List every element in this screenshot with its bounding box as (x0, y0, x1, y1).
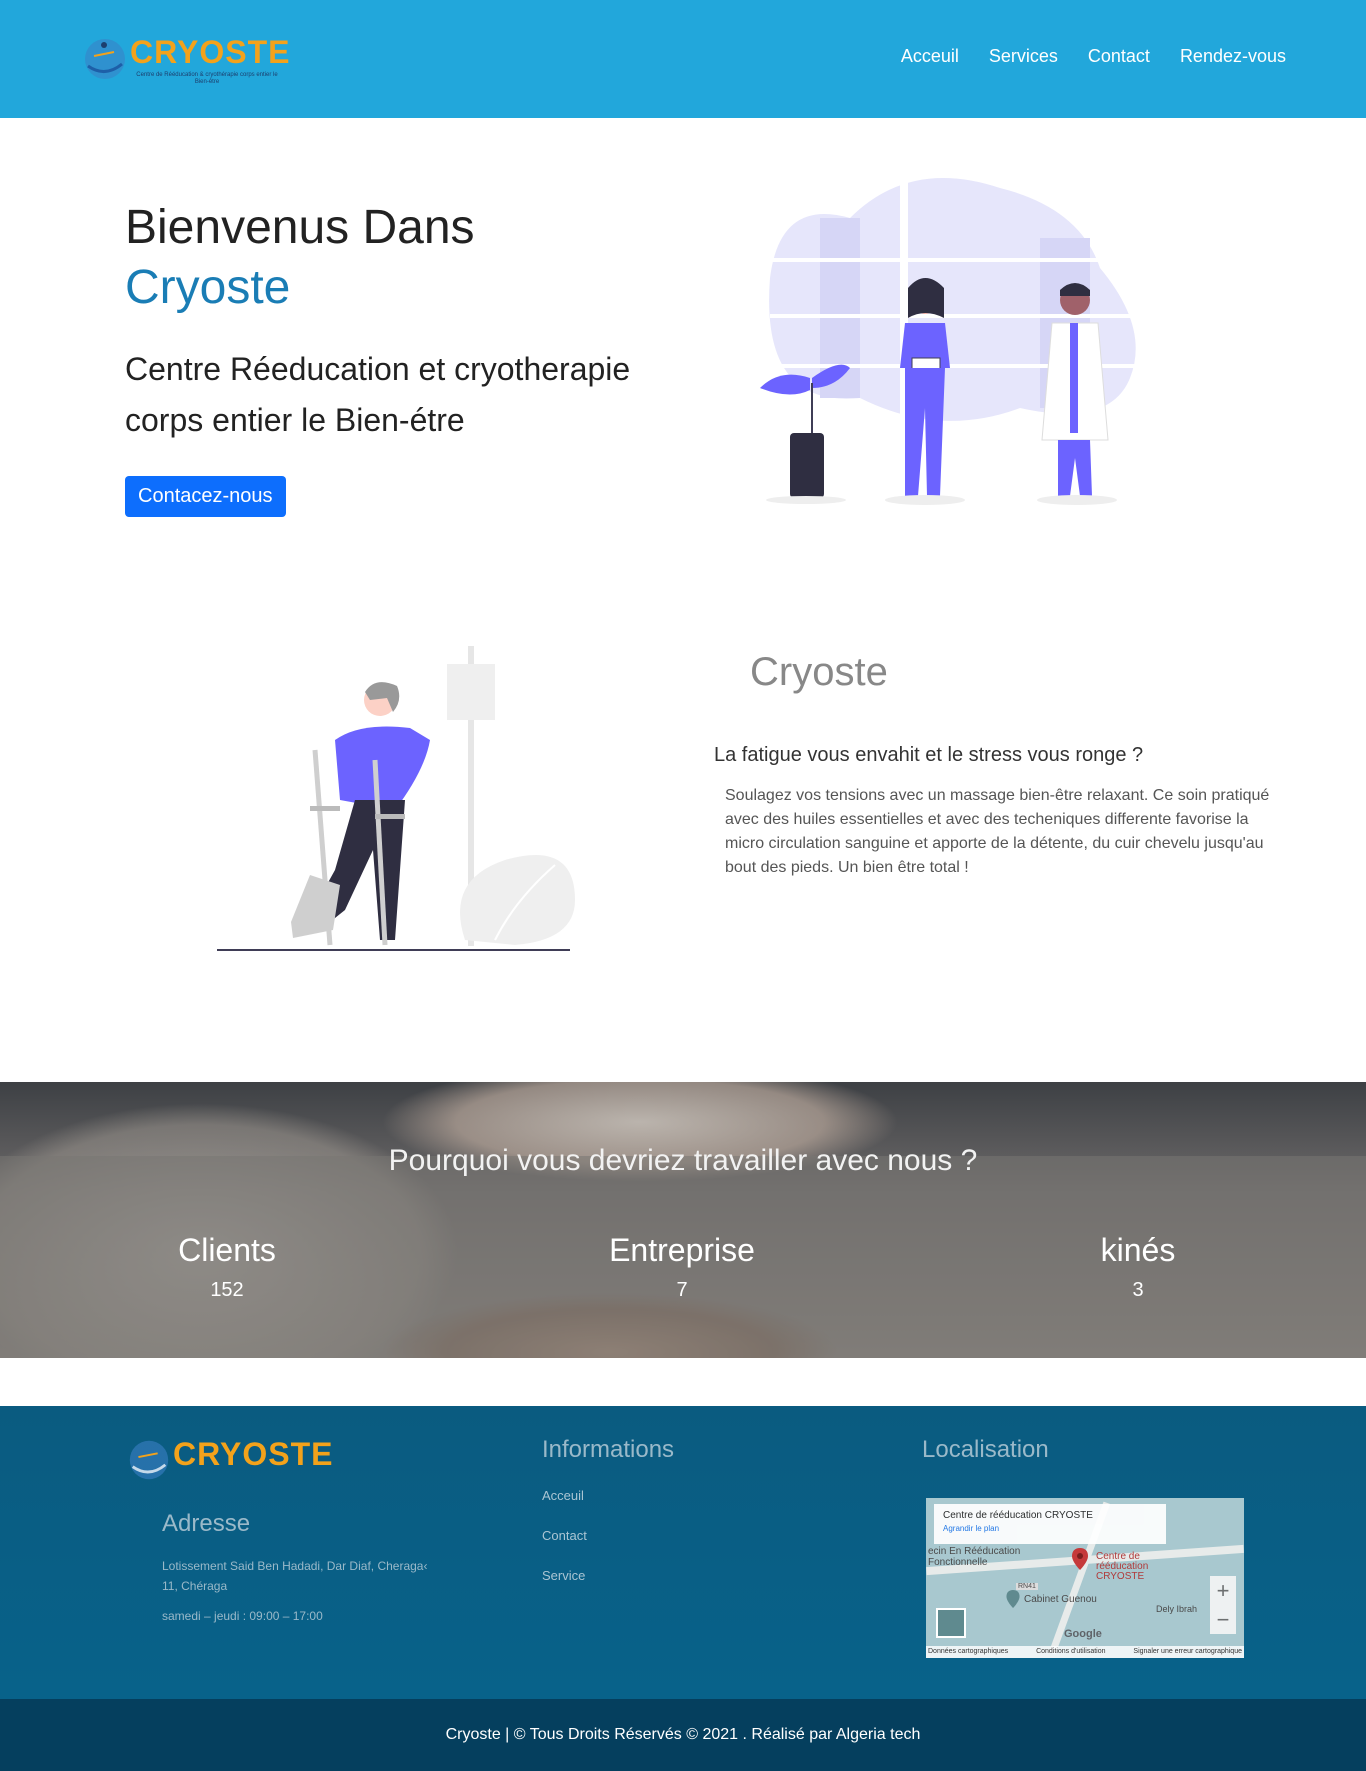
main-nav: Acceuil Services Contact Rendez-vous (901, 46, 1286, 67)
opening-hours: samedi – jeudi : 09:00 – 17:00 (162, 1609, 323, 1623)
brand-tagline: Centre de Rééducation & cryothérapie cor… (136, 72, 278, 85)
hero-brand-title: Cryoste (125, 261, 291, 314)
map-attribution: Données cartographiques Conditions d'uti… (926, 1646, 1244, 1658)
stats-title: Pourquoi vous devriez travailler avec no… (388, 1144, 978, 1177)
stats-section: Pourquoi vous devriez travailler avec no… (0, 1082, 1366, 1358)
map-satellite-thumbnail[interactable] (936, 1608, 966, 1638)
informations-heading: Informations (542, 1436, 675, 1463)
site-header: CRYOSTE Centre de Rééducation & cryothér… (0, 0, 1366, 118)
footer-link-service[interactable]: Service (542, 1568, 585, 1583)
nav-services[interactable]: Services (989, 46, 1058, 67)
zoom-in-icon[interactable]: + (1210, 1576, 1236, 1605)
map-road-label: RN41 (1016, 1583, 1038, 1590)
localisation-heading: Localisation (922, 1436, 1049, 1463)
hero-title: Bienvenus Dans (125, 201, 475, 254)
map-label-right: Dely Ibrah (1156, 1604, 1198, 1614)
map-place-name: Centre de rééducation CRYOSTE (943, 1510, 1093, 1521)
medical-staff-illustration (760, 178, 1150, 505)
footer-link-acceuil[interactable]: Acceuil (542, 1488, 584, 1503)
stat-label: Entreprise (609, 1232, 755, 1268)
hero-subtitle: Centre Réeducation et cryotherapie corps… (125, 351, 631, 438)
google-map[interactable]: Centre de rééducation CRYOSTE Agrandir l… (926, 1498, 1244, 1658)
map-label-cabinet: Cabinet Guenou (1024, 1594, 1097, 1605)
map-marker-icon (1006, 1590, 1020, 1608)
map-label-pin: Centre de rééducation CRYOSTE (1096, 1551, 1149, 1582)
site-footer: CRYOSTE Adresse Lotissement Said Ben Had… (0, 1406, 1366, 1699)
map-attrib-data[interactable]: Données cartographiques (928, 1648, 1008, 1656)
logo-emblem-icon (129, 1440, 169, 1480)
logo-emblem-icon (85, 39, 125, 79)
stat-value: 152 (210, 1279, 244, 1301)
about-question: La fatigue vous envahit et le stress vou… (714, 744, 1144, 766)
map-zoom-controls: + − (1210, 1576, 1236, 1634)
copyright-bar: Cryoste | © Tous Droits Réservés © 2021 … (0, 1699, 1366, 1771)
footer-link-contact[interactable]: Contact (542, 1528, 587, 1543)
brand-name: CRYOSTE (130, 34, 291, 70)
map-enlarge-link[interactable]: Agrandir le plan (943, 1524, 1157, 1533)
map-pin-icon[interactable] (1072, 1548, 1088, 1570)
nav-rendez-vous[interactable]: Rendez-vous (1180, 46, 1286, 67)
contact-us-button[interactable]: Contacez-nous (125, 476, 286, 517)
stat-value: 3 (1132, 1279, 1144, 1301)
footer-brand-name: CRYOSTE (173, 1436, 334, 1472)
footer-logo[interactable]: CRYOSTE (125, 1434, 333, 1486)
about-text: Soulagez vos tensions avec un massage bi… (725, 787, 1270, 876)
google-logo: Google (1064, 1628, 1102, 1640)
map-attrib-terms[interactable]: Conditions d'utilisation (1036, 1648, 1105, 1656)
stat-entreprise: Entreprise 7 (532, 1232, 832, 1302)
address-heading: Adresse (162, 1510, 251, 1537)
nav-contact[interactable]: Contact (1088, 46, 1150, 67)
map-attrib-report[interactable]: Signaler une erreur cartographique (1133, 1648, 1242, 1656)
stat-label: Clients (178, 1232, 276, 1268)
map-place-card: Centre de rééducation CRYOSTE Agrandir l… (934, 1504, 1166, 1544)
stat-clients: Clients 152 (77, 1232, 377, 1302)
stat-value: 7 (676, 1279, 688, 1301)
map-label-center: ecin En Rééducation Fonctionnelle (928, 1546, 1021, 1568)
patient-crutches-illustration (217, 646, 575, 951)
brand-logo[interactable]: CRYOSTE Centre de Rééducation & cryothér… (80, 30, 290, 90)
about-title: Cryoste (750, 650, 888, 694)
stat-kines: kinés 3 (988, 1232, 1288, 1302)
zoom-out-icon[interactable]: − (1210, 1605, 1236, 1634)
nav-acceuil[interactable]: Acceuil (901, 46, 959, 67)
stat-label: kinés (1100, 1232, 1176, 1268)
address-text: Lotissement Said Ben Hadadi, Dar Diaf, C… (162, 1559, 428, 1593)
